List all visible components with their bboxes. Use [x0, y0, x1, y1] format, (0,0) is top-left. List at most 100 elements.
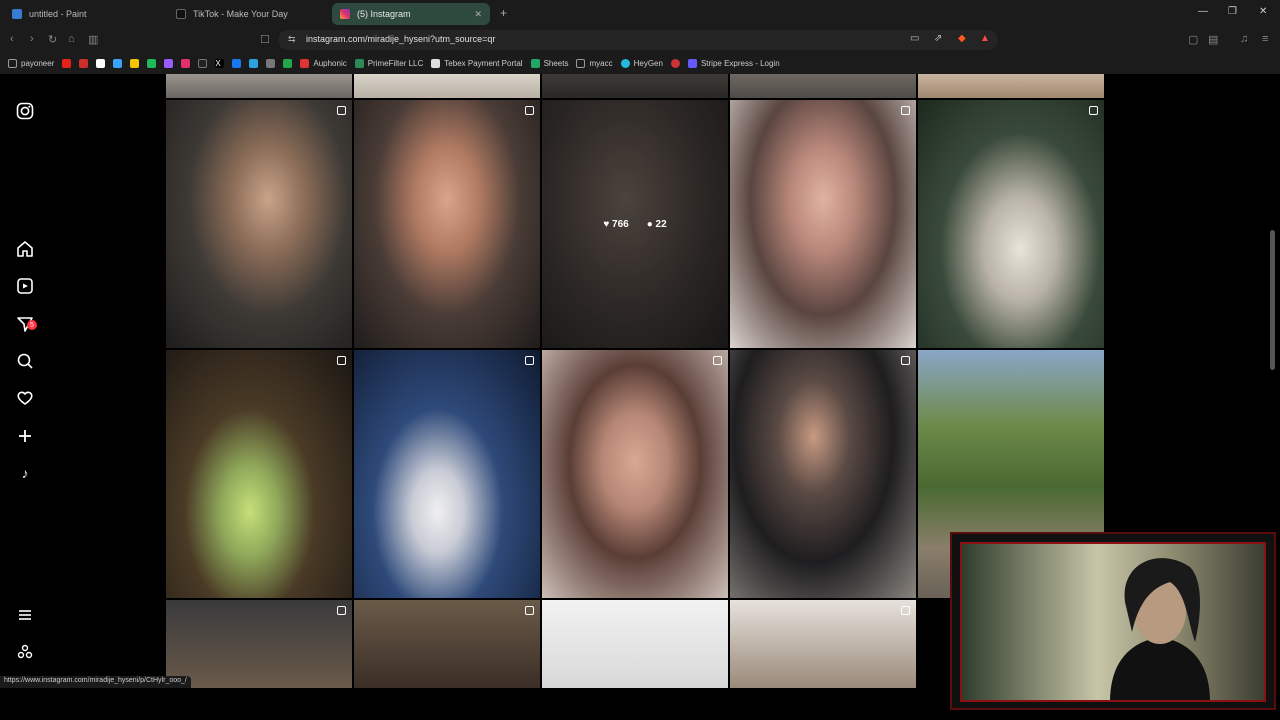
post-thumbnail[interactable] [166, 350, 352, 598]
bookmark-icon-red[interactable] [79, 58, 89, 68]
post-thumbnail[interactable] [918, 100, 1104, 348]
carousel-icon [901, 106, 910, 115]
youtube-icon[interactable] [62, 58, 72, 68]
forward-icon[interactable]: › [30, 33, 34, 45]
threads-icon[interactable]: ♪ [14, 462, 36, 484]
bookmark-payoneer[interactable]: payoneer [8, 58, 54, 68]
post-thumbnail[interactable] [542, 350, 728, 598]
post-thumbnail[interactable] [730, 100, 916, 348]
kick-icon[interactable] [147, 58, 157, 68]
bookmark-auphonic[interactable]: Auphonic [300, 58, 347, 68]
close-icon[interactable]: ✕ [474, 9, 482, 20]
post-thumbnail[interactable] [354, 100, 540, 348]
messages-badge: 5 [27, 320, 37, 330]
maximize-icon[interactable]: ❐ [1228, 6, 1237, 17]
status-bar: https://www.instagram.com/miradije_hysen… [0, 676, 191, 688]
bookmark-icon-blue[interactable] [113, 58, 123, 68]
tab-tiktok[interactable]: TikTok - Make Your Day [168, 3, 330, 25]
post-thumbnail[interactable] [354, 600, 540, 688]
url-text[interactable]: instagram.com/miradije_hyseni?utm_source… [306, 34, 495, 44]
carousel-icon [337, 106, 346, 115]
tabs-icon[interactable]: ▢ [1188, 33, 1198, 46]
bookmark-icon-red-circle[interactable] [670, 58, 680, 68]
brave-shield-icon[interactable]: ◆ [958, 33, 966, 44]
bookmark-icon-green[interactable] [283, 58, 293, 68]
back-icon[interactable]: ‹ [10, 33, 14, 45]
carousel-icon [525, 606, 534, 615]
bookmark-sheets[interactable]: Sheets [530, 58, 568, 68]
carousel-icon [525, 356, 534, 365]
instagram-sidebar: 5 ♪ [0, 74, 50, 688]
post-thumbnail[interactable] [730, 600, 916, 688]
post-thumbnail[interactable] [542, 74, 728, 98]
address-bar[interactable]: ⇆ instagram.com/miradije_hyseni?utm_sour… [278, 30, 998, 50]
media-icon[interactable]: ♫ [1240, 33, 1248, 45]
tab-paint[interactable]: untitled - Paint [4, 3, 170, 25]
bookmark-myacc[interactable]: myacc [576, 58, 613, 68]
bookmark-icon-white[interactable] [96, 58, 106, 68]
bookmark-icon-purple[interactable] [164, 58, 174, 68]
meta-icon[interactable] [14, 641, 36, 663]
facebook-icon[interactable] [232, 58, 242, 68]
tab-instagram[interactable]: (5) Instagram ✕ [332, 3, 490, 25]
sidebar-toggle-icon[interactable]: ▥ [88, 33, 98, 46]
tab-title: TikTok - Make Your Day [193, 9, 288, 19]
post-hover-overlay[interactable]: ♥ 766 ● 22 [542, 100, 728, 348]
post-thumbnail[interactable]: ♥ 766 ● 22 [542, 100, 728, 348]
create-plus-icon[interactable] [14, 425, 36, 447]
comments-count: ● 22 [646, 218, 667, 230]
site-info-icon[interactable]: ⇆ [288, 34, 296, 45]
post-thumbnail[interactable] [354, 350, 540, 598]
post-thumbnail[interactable] [354, 74, 540, 98]
cast-icon[interactable]: ▭ [910, 33, 919, 44]
webcam-overlay [950, 532, 1276, 710]
new-tab-button[interactable]: + [500, 6, 507, 20]
sheets-icon [530, 58, 540, 68]
rewards-icon[interactable]: ▲ [980, 33, 990, 44]
post-thumbnail[interactable] [542, 600, 728, 688]
search-icon[interactable] [14, 350, 36, 372]
window-close-icon[interactable]: ✕ [1259, 6, 1267, 17]
reload-icon[interactable]: ↻ [48, 33, 57, 46]
page-scrollbar[interactable] [1270, 230, 1275, 370]
tiktok-bm-icon[interactable] [198, 58, 208, 68]
bookmark-heygen[interactable]: HeyGen [620, 58, 663, 68]
paint-icon [12, 9, 22, 19]
folder-icon [8, 58, 17, 68]
share-icon[interactable]: ⇗ [934, 33, 942, 44]
carousel-icon [337, 606, 346, 615]
menu-icon[interactable]: ≡ [1262, 33, 1268, 45]
telegram-icon[interactable] [249, 58, 259, 68]
bookmark-icon-yellow[interactable] [130, 58, 140, 68]
carousel-icon [337, 356, 346, 365]
instagram-bm-icon[interactable] [181, 58, 191, 68]
primefilter-icon [354, 58, 364, 68]
home-icon[interactable] [14, 238, 36, 260]
home-browser-icon[interactable]: ⌂ [68, 33, 75, 45]
stripe-icon [687, 58, 697, 68]
post-thumbnail[interactable] [166, 600, 352, 688]
browser-tab-strip: untitled - Paint TikTok - Make Your Day … [0, 0, 1280, 28]
post-thumbnail[interactable] [166, 74, 352, 98]
carousel-icon [901, 356, 910, 365]
reels-icon[interactable] [14, 275, 36, 297]
x-icon[interactable]: X [215, 58, 225, 68]
post-thumbnail[interactable] [730, 350, 916, 598]
carousel-icon [901, 606, 910, 615]
post-thumbnail[interactable] [166, 100, 352, 348]
heygen-icon [620, 58, 630, 68]
bookmarks-bar: payoneer X Auphonic PrimeFilter LLC Tebe… [0, 52, 1280, 74]
bookmark-stripe[interactable]: Stripe Express - Login [687, 58, 780, 68]
bookmark-icon-gray[interactable] [266, 58, 276, 68]
notifications-heart-icon[interactable] [14, 387, 36, 409]
instagram-logo-icon[interactable] [14, 100, 36, 122]
minimize-icon[interactable]: — [1198, 6, 1208, 17]
post-thumbnail[interactable] [730, 74, 916, 98]
bookmark-icon[interactable]: ☐ [260, 33, 270, 46]
wallet-icon[interactable]: ▤ [1208, 33, 1218, 46]
bookmark-primefilter[interactable]: PrimeFilter LLC [354, 58, 423, 68]
more-menu-icon[interactable] [14, 604, 36, 626]
bookmark-tebex[interactable]: Tebex Payment Portal [431, 58, 523, 68]
navigation-bar: ‹ › ↻ ⌂ ▥ ☐ ⇆ instagram.com/miradije_hys… [0, 28, 1280, 52]
post-thumbnail[interactable] [918, 74, 1104, 98]
